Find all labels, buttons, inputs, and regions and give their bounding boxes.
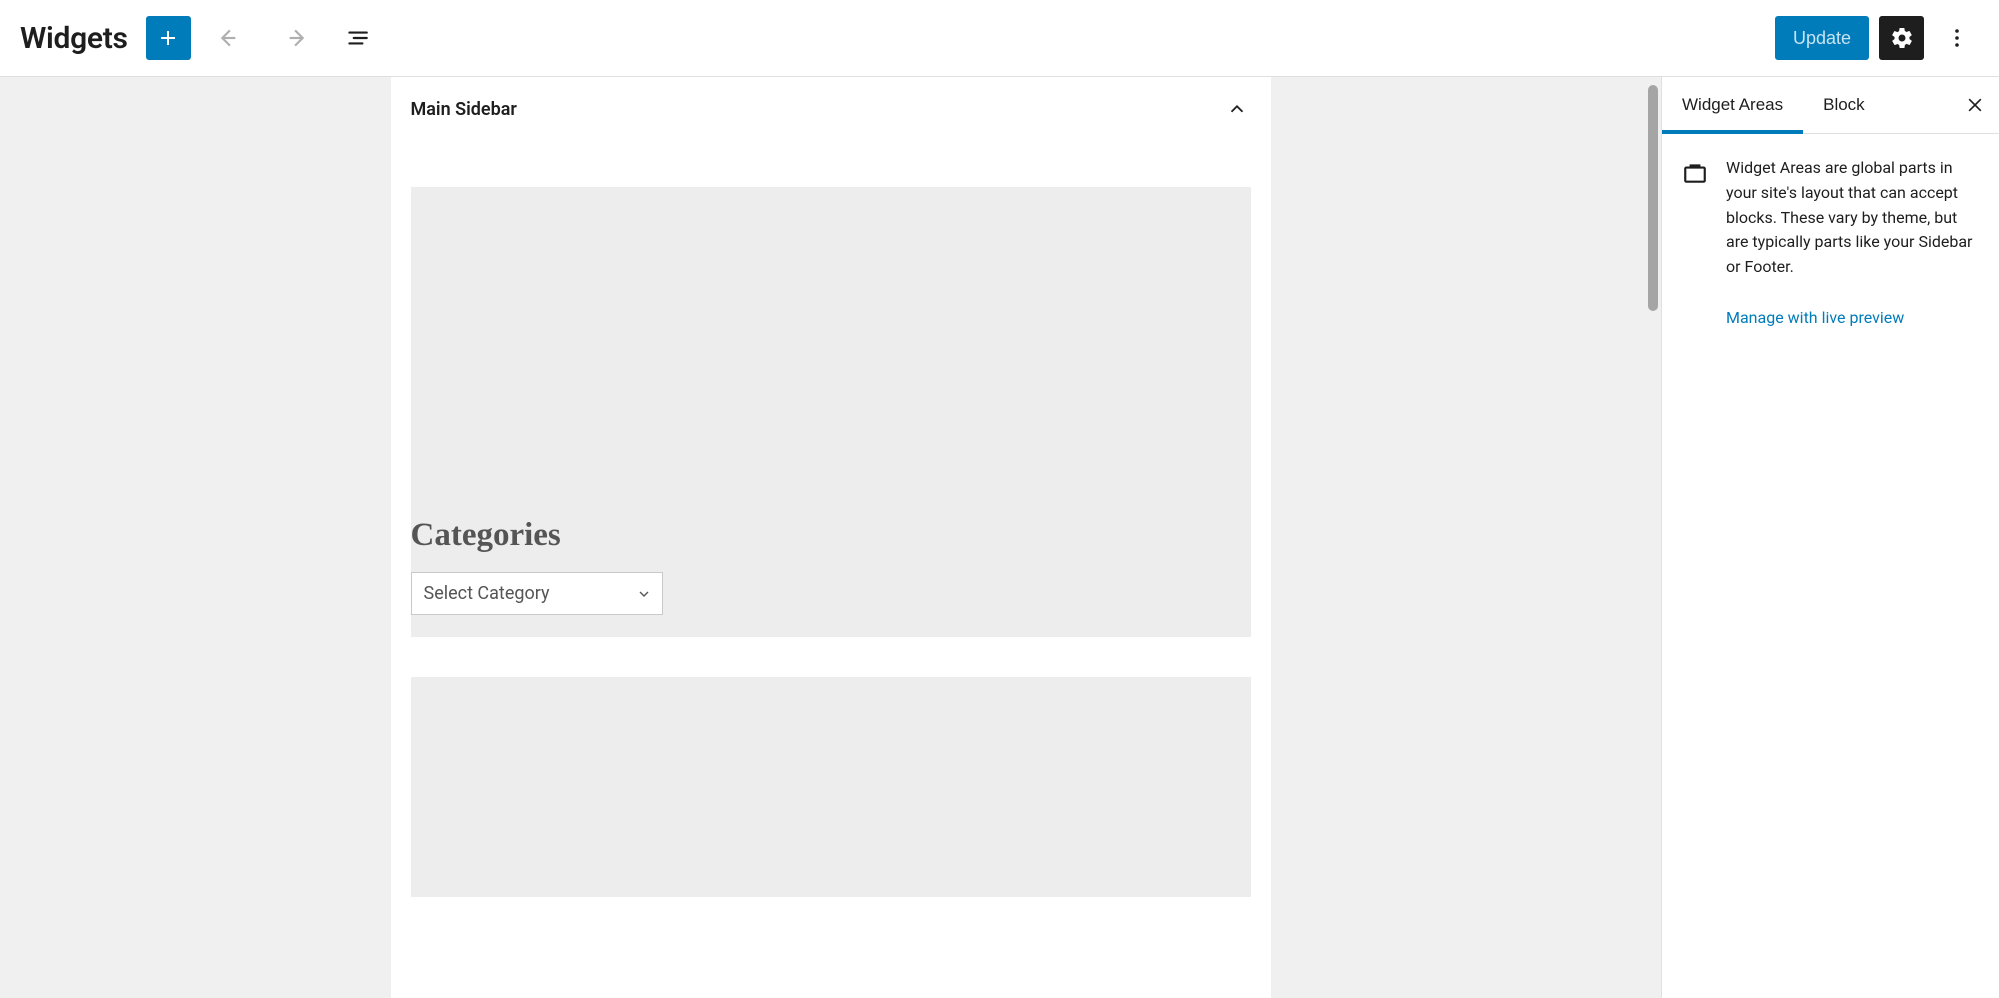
settings-body: Widget Areas are global parts in your si… (1662, 134, 1999, 353)
categories-body: Select Category (411, 572, 1251, 615)
widget-block-empty[interactable] (411, 677, 1251, 897)
tab-block[interactable]: Block (1803, 77, 1885, 133)
close-icon (1965, 95, 1985, 115)
document-overview-button[interactable] (335, 16, 380, 60)
settings-toggle-button[interactable] (1879, 16, 1924, 60)
top-toolbar: Widgets (0, 0, 1999, 77)
settings-tabs: Widget Areas Block (1662, 77, 1999, 134)
redo-icon (281, 25, 307, 51)
options-menu-button[interactable] (1934, 16, 1979, 60)
category-select[interactable]: Select Category (412, 573, 662, 614)
undo-icon (218, 25, 244, 51)
widget-area-header[interactable]: Main Sidebar (391, 77, 1271, 123)
widget-block-categories[interactable]: Categories Select Category (411, 187, 1251, 637)
plus-icon (156, 26, 180, 50)
tab-widget-areas[interactable]: Widget Areas (1662, 77, 1803, 133)
widget-area-title: Main Sidebar (411, 99, 517, 120)
image-placeholder (411, 187, 1251, 517)
top-toolbar-left: Widgets (20, 16, 380, 60)
settings-description-row: Widget Areas are global parts in your si… (1682, 156, 1979, 331)
widget-area-icon (1682, 160, 1708, 186)
list-view-icon (344, 25, 370, 51)
redo-button[interactable] (272, 16, 317, 60)
editor-canvas: Main Sidebar Categories Select Ca (0, 77, 1661, 998)
page-title: Widgets (20, 21, 128, 56)
widget-areas-description: Widget Areas are global parts in your si… (1726, 158, 1972, 276)
top-toolbar-right: Update (1775, 16, 1979, 60)
undo-button[interactable] (209, 16, 254, 60)
manage-live-preview-link[interactable]: Manage with live preview (1726, 306, 1904, 331)
settings-description-text: Widget Areas are global parts in your si… (1726, 156, 1979, 331)
more-vertical-icon (1945, 26, 1969, 50)
scrollbar-thumb[interactable] (1648, 85, 1658, 311)
gear-icon (1890, 26, 1914, 50)
update-button[interactable]: Update (1775, 16, 1869, 60)
categories-heading: Categories (411, 517, 1251, 572)
editor-scroll[interactable]: Main Sidebar Categories Select Ca (0, 77, 1661, 998)
workspace: Main Sidebar Categories Select Ca (0, 77, 1999, 998)
chevron-up-icon (1223, 95, 1251, 123)
add-block-button[interactable] (146, 16, 191, 60)
category-select-wrap: Select Category (411, 572, 663, 615)
widget-area-panel: Main Sidebar Categories Select Ca (391, 77, 1271, 998)
settings-sidebar: Widget Areas Block Widge (1661, 77, 1999, 998)
close-settings-button[interactable] (1951, 77, 1999, 133)
